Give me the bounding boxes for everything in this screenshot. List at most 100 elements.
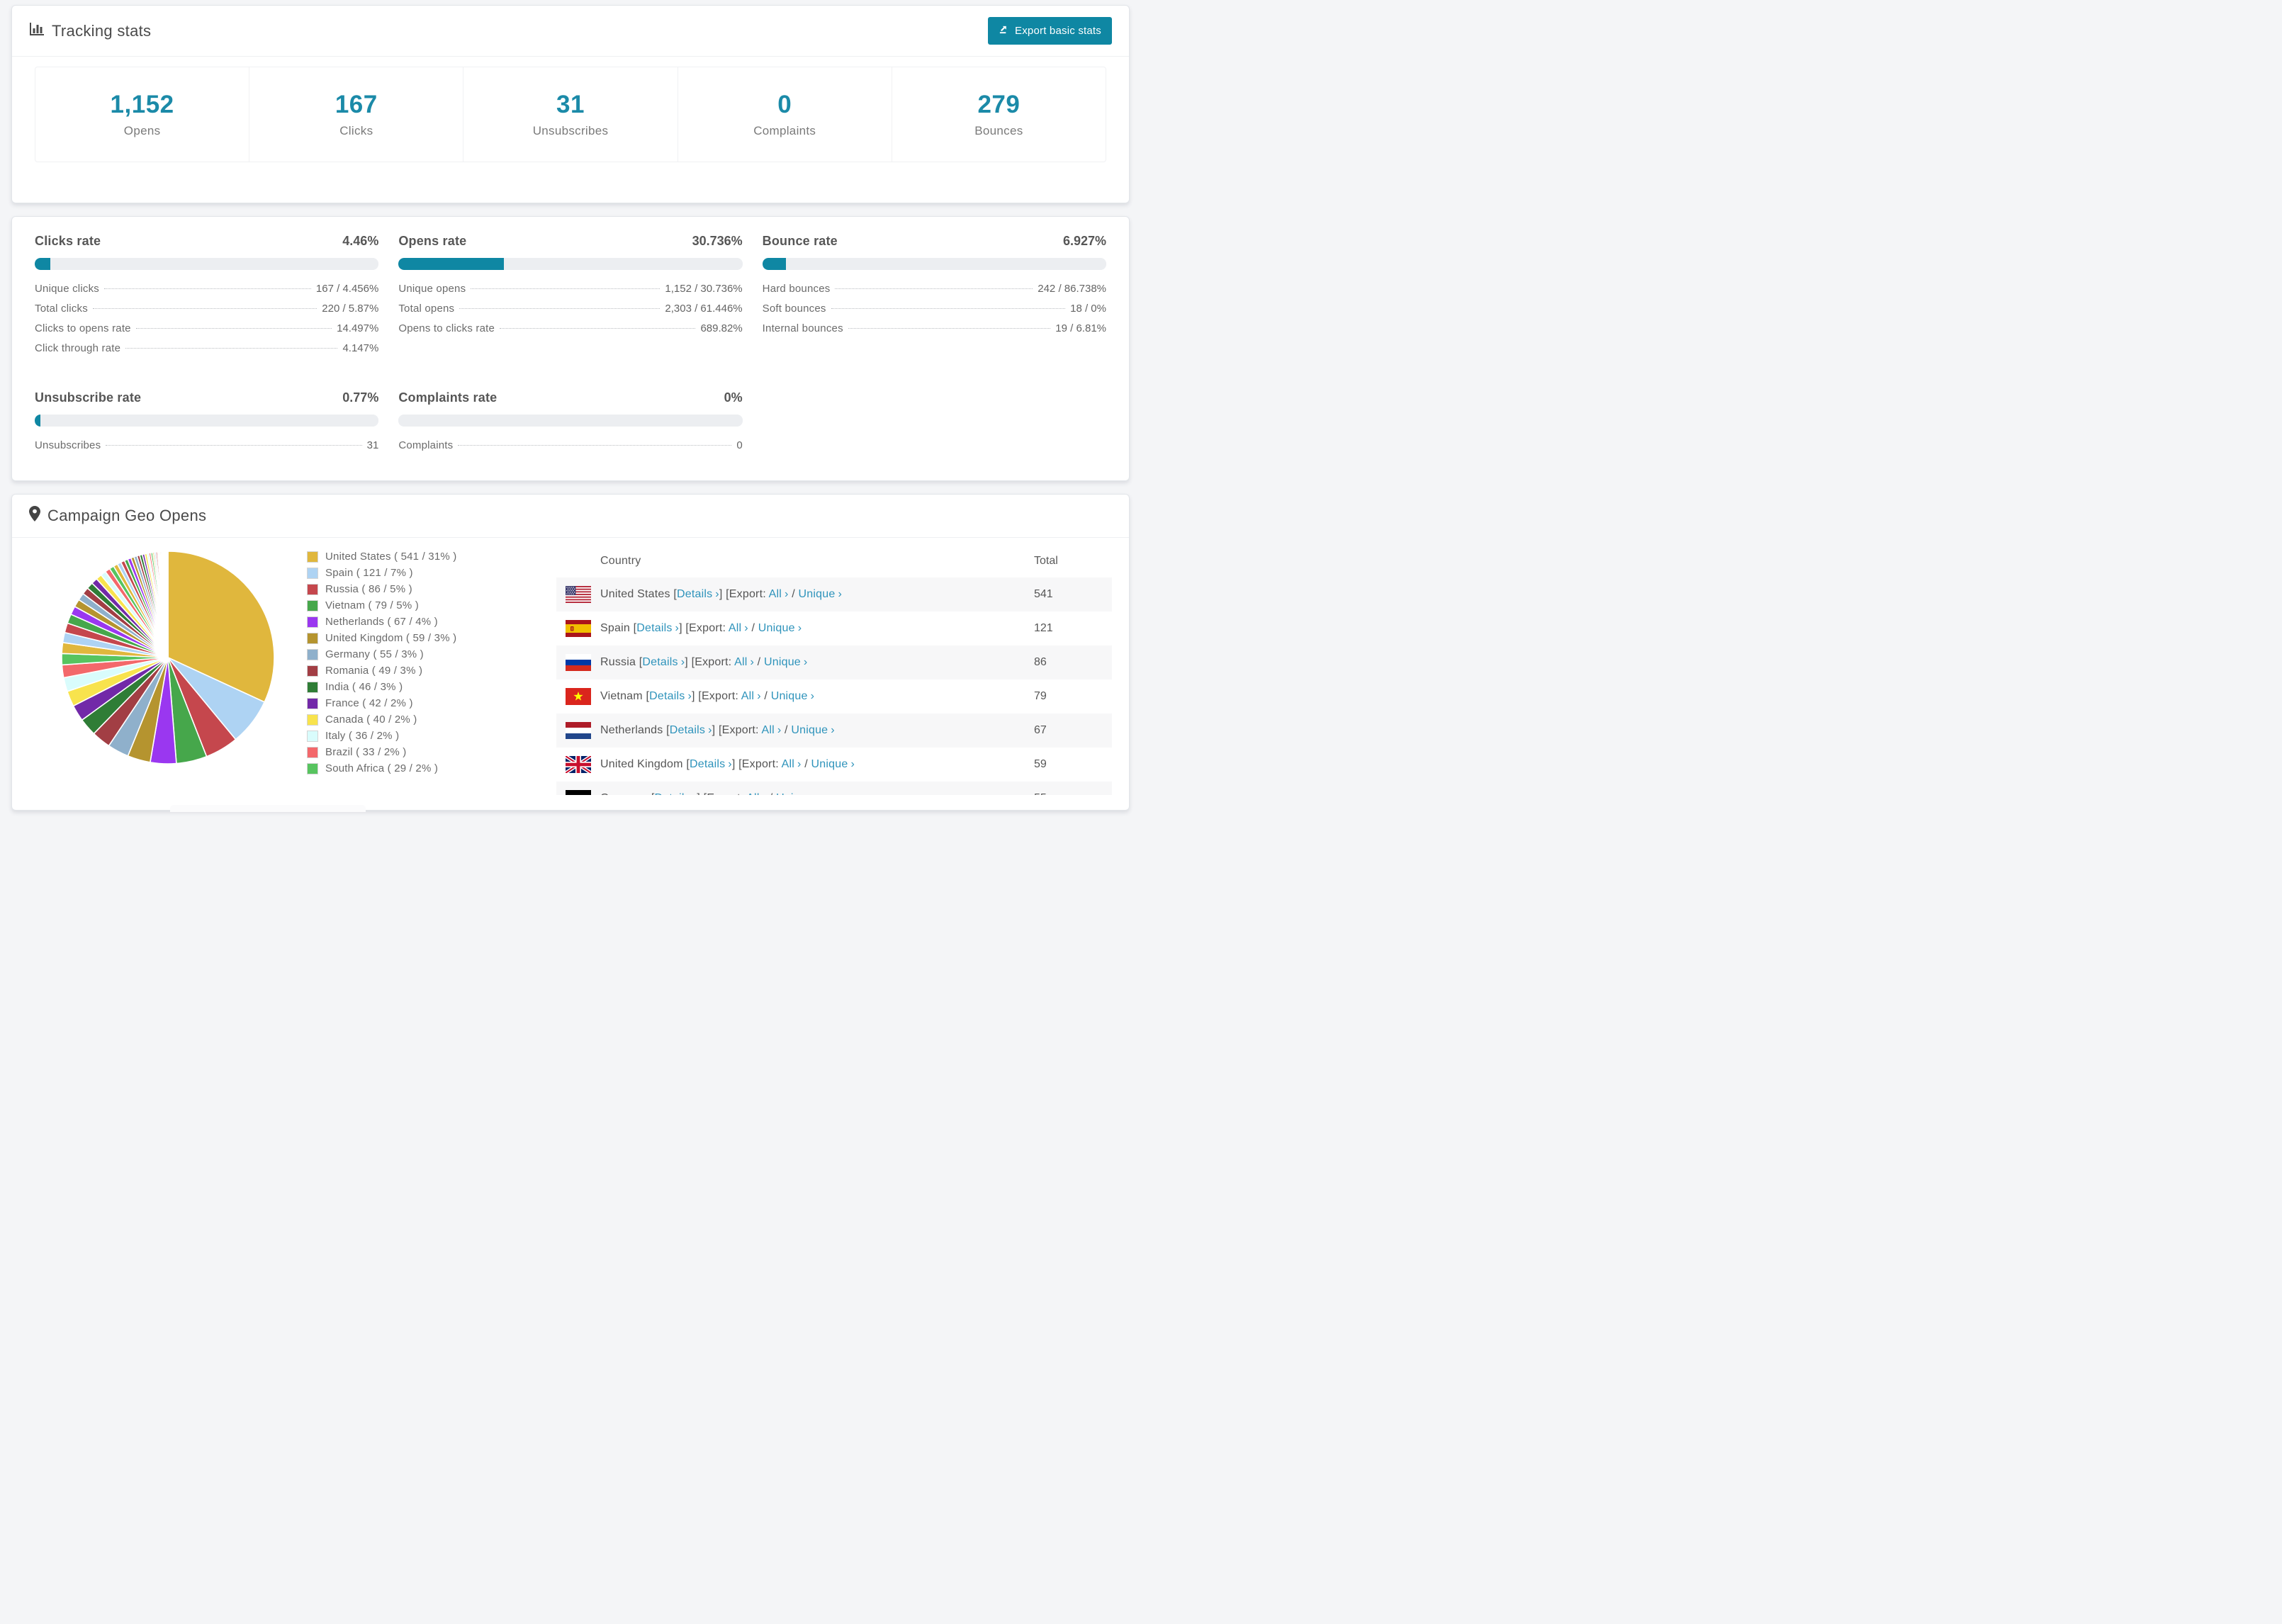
export-unique-label: Unique bbox=[763, 656, 801, 668]
export-unique-link[interactable]: Unique› bbox=[776, 792, 819, 795]
legend-item[interactable]: South Africa ( 29 / 2% ) bbox=[307, 762, 556, 774]
dotted-leader bbox=[459, 308, 661, 309]
map-pin-icon bbox=[29, 506, 40, 526]
legend-label: Romania ( 49 / 3% ) bbox=[325, 665, 423, 677]
export-all-link[interactable]: All› bbox=[761, 724, 781, 736]
rate-row-value: 2,303 / 61.446% bbox=[665, 303, 743, 315]
export-all-link[interactable]: All› bbox=[769, 588, 789, 600]
export-label: Export: bbox=[729, 588, 766, 600]
total-header: Total bbox=[1034, 555, 1058, 567]
us-flag-icon bbox=[556, 586, 600, 603]
legend-item[interactable]: Romania ( 49 / 3% ) bbox=[307, 665, 556, 677]
rate-rows: Unique clicks 167 / 4.456% Total clicks 220… bbox=[35, 283, 378, 362]
export-unique-link[interactable]: Unique› bbox=[764, 656, 807, 668]
legend-swatch bbox=[307, 762, 318, 774]
rate-row: Unique opens 1,152 / 30.736% bbox=[398, 283, 742, 303]
legend-item[interactable]: United States ( 541 / 31% ) bbox=[307, 551, 556, 563]
rate-row-label: Hard bounces bbox=[762, 283, 831, 295]
legend-item[interactable]: Germany ( 55 / 3% ) bbox=[307, 648, 556, 660]
country-cell: United States [Details ›] [Export: All › /… bbox=[600, 588, 1034, 601]
rate-row-value: 167 / 4.456% bbox=[315, 283, 379, 295]
rate-title: Clicks rate bbox=[35, 234, 101, 248]
slash-separator: / bbox=[792, 588, 795, 600]
chevron-right-icon: › bbox=[750, 656, 755, 668]
rate-row: Total opens 2,303 / 61.446% bbox=[398, 303, 742, 322]
export-label: Export: bbox=[741, 758, 779, 770]
geo-opens-title: Campaign Geo Opens bbox=[47, 507, 207, 524]
rate-head: Clicks rate 4.46% bbox=[35, 234, 378, 249]
rate-row-label: Unique clicks bbox=[35, 283, 99, 295]
legend-item[interactable]: Italy ( 36 / 2% ) bbox=[307, 730, 556, 742]
dotted-leader bbox=[500, 328, 696, 329]
legend-item[interactable]: United Kingdom ( 59 / 3% ) bbox=[307, 632, 556, 644]
gb-flag-icon bbox=[556, 756, 600, 773]
export-unique-label: Unique bbox=[791, 724, 828, 736]
tracking-stats-header: Tracking stats Export basic stats bbox=[12, 6, 1129, 57]
details-link[interactable]: Details› bbox=[642, 656, 685, 668]
rate-title: Bounce rate bbox=[762, 234, 838, 248]
legend-item[interactable]: Vietnam ( 79 / 5% ) bbox=[307, 599, 556, 611]
legend-swatch bbox=[307, 551, 318, 563]
geo-content: United States ( 541 / 31% ) Spain ( 121 /… bbox=[12, 538, 1129, 795]
export-all-link[interactable]: All› bbox=[782, 758, 802, 770]
bar-chart-icon bbox=[29, 21, 45, 41]
legend-swatch bbox=[307, 714, 318, 726]
progress-bar-fill bbox=[398, 258, 505, 270]
chevron-right-icon: › bbox=[816, 792, 820, 795]
total-cell: 67 bbox=[1034, 724, 1047, 736]
legend-item[interactable]: Russia ( 86 / 5% ) bbox=[307, 583, 556, 595]
export-all-link[interactable]: All› bbox=[729, 622, 748, 634]
details-link[interactable]: Details› bbox=[655, 792, 697, 795]
dotted-leader bbox=[835, 288, 1033, 289]
legend-swatch bbox=[307, 665, 318, 677]
stat-label: Bounces bbox=[974, 124, 1023, 137]
export-all-label: All bbox=[741, 690, 755, 702]
horizontal-scrollbar[interactable] bbox=[170, 805, 366, 812]
details-link[interactable]: Details› bbox=[636, 622, 679, 634]
geo-opens-title-wrap: Campaign Geo Opens bbox=[29, 506, 206, 526]
rate-value: 4.46% bbox=[342, 234, 379, 248]
details-link[interactable]: Details› bbox=[649, 690, 692, 702]
bracket: ] bbox=[691, 690, 695, 702]
rate-value: 0.77% bbox=[342, 390, 379, 405]
total-cell: 541 bbox=[1034, 588, 1053, 600]
geo-table: Country Total United States [Details ›] [… bbox=[556, 545, 1112, 795]
geo-opens-pie-chart[interactable] bbox=[58, 548, 278, 767]
details-link[interactable]: Details› bbox=[670, 724, 712, 736]
export-unique-link[interactable]: Unique› bbox=[799, 588, 842, 600]
export-unique-label: Unique bbox=[776, 792, 813, 795]
export-unique-link[interactable]: Unique› bbox=[811, 758, 855, 770]
pie-slice[interactable] bbox=[167, 551, 169, 658]
export-all-link[interactable]: All› bbox=[746, 792, 766, 795]
slash-separator: / bbox=[785, 724, 788, 736]
chevron-right-icon: › bbox=[757, 690, 761, 702]
legend-item[interactable]: Spain ( 121 / 7% ) bbox=[307, 567, 556, 579]
legend-item[interactable]: Brazil ( 33 / 2% ) bbox=[307, 746, 556, 758]
legend-item[interactable]: Canada ( 40 / 2% ) bbox=[307, 714, 556, 726]
stat-value: 167 bbox=[335, 91, 378, 118]
rate-section-unsubscribe: Unsubscribe rate 0.77% Unsubscribes 31 bbox=[35, 390, 379, 459]
export-unique-link[interactable]: Unique› bbox=[758, 622, 802, 634]
progress-bar-unsubscribe bbox=[35, 415, 379, 427]
chevron-right-icon: › bbox=[797, 758, 802, 770]
rate-row: Unique clicks 167 / 4.456% bbox=[35, 283, 378, 303]
export-all-label: All bbox=[781, 758, 795, 770]
export-basic-stats-button[interactable]: Export basic stats bbox=[988, 17, 1112, 45]
dotted-leader bbox=[92, 308, 317, 309]
legend-item[interactable]: France ( 42 / 2% ) bbox=[307, 697, 556, 709]
legend-item[interactable]: India ( 46 / 3% ) bbox=[307, 681, 556, 693]
export-unique-link[interactable]: Unique› bbox=[791, 724, 834, 736]
details-link[interactable]: Details› bbox=[677, 588, 719, 600]
details-link-label: Details bbox=[689, 758, 726, 770]
page: Tracking stats Export basic stats 1,152 O… bbox=[0, 0, 1141, 811]
legend-item[interactable]: Netherlands ( 67 / 4% ) bbox=[307, 616, 556, 628]
details-link-label: Details bbox=[655, 792, 690, 795]
stat-box-clicks: 167 Clicks bbox=[249, 67, 463, 162]
export-all-link[interactable]: All› bbox=[734, 656, 754, 668]
export-all-link[interactable]: All› bbox=[741, 690, 761, 702]
details-link-label: Details bbox=[676, 588, 713, 600]
rate-head: Complaints rate 0% bbox=[398, 390, 742, 405]
export-unique-link[interactable]: Unique› bbox=[771, 690, 814, 702]
details-link[interactable]: Details› bbox=[690, 758, 732, 770]
tracking-stats-title-wrap: Tracking stats bbox=[29, 21, 151, 41]
